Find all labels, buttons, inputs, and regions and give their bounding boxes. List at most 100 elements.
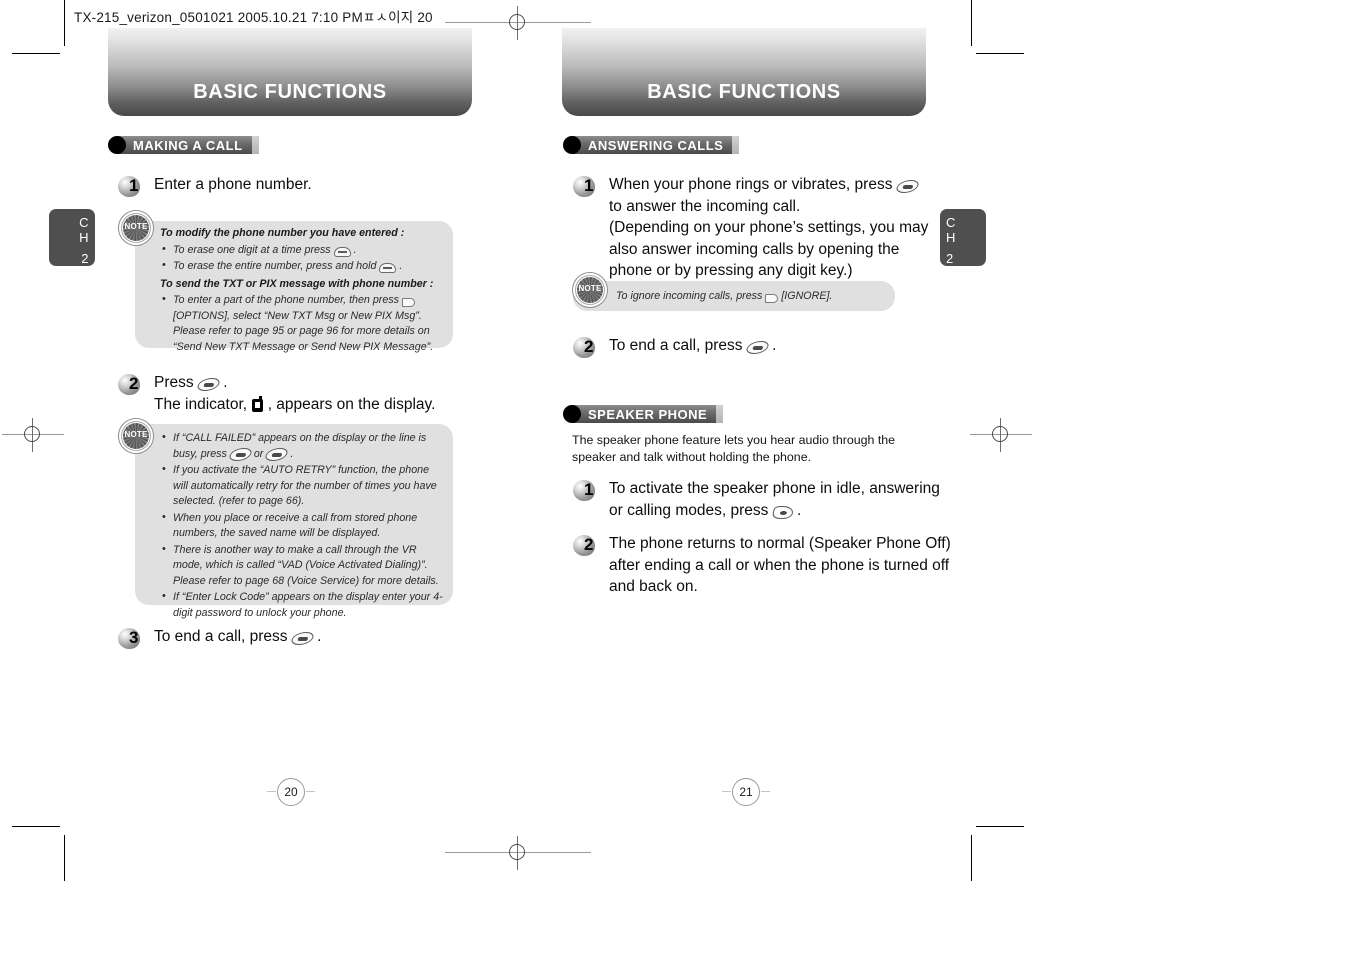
note-icon-label: NOTE xyxy=(124,430,148,439)
crop-mark-bottom-left-horizontal xyxy=(12,826,60,827)
send-key-icon xyxy=(196,378,221,391)
section-bullet-icon xyxy=(563,405,581,423)
chapter-banner-right: BASIC FUNCTIONS xyxy=(562,28,926,116)
step-left-1: 1 Enter a phone number. xyxy=(118,174,312,199)
soft-key-icon xyxy=(765,294,779,303)
step-right-1-text: When your phone rings or vibrates, press… xyxy=(603,174,928,282)
crop-mark-bottom-right-vertical xyxy=(971,835,972,881)
crop-mark-top-right-horizontal xyxy=(976,53,1024,54)
note-left-2-bullet-1-pre: If “CALL FAILED” appears on the display … xyxy=(173,432,427,460)
section-header-speaker-phone: SPEAKER PHONE xyxy=(563,405,724,423)
step-left-3-text: To end a call, press . xyxy=(148,626,321,648)
step-right-1: 1 When your phone rings or vibrates, pre… xyxy=(573,174,928,282)
step-number-badge: 1 xyxy=(118,175,148,199)
note-left-2-bullet-1-mid: or xyxy=(253,447,264,460)
note-left-1-bullet-2-pre: To erase the entire number, press and ho… xyxy=(173,260,377,272)
speaker-phone-intro: The speaker phone feature lets you hear … xyxy=(572,433,896,464)
crop-mark-top-left-horizontal xyxy=(12,53,60,54)
end-key-icon xyxy=(744,341,770,354)
note-left-1-bullet-3-post: [OPTIONS], select “New TXT Msg or New PI… xyxy=(173,309,434,353)
chapter-tab-right-c: C xyxy=(946,215,956,230)
step-number: 2 xyxy=(129,374,139,393)
note-left-1-title-2: To send the TXT or PIX message with phon… xyxy=(160,277,434,290)
chapter-banner-left-title: BASIC FUNCTIONS xyxy=(193,81,387,103)
note-left-1-bullet-3-pre: To enter a part of the phone number, the… xyxy=(173,294,399,306)
note-left-1-bullet-1: To erase one digit at a time press . xyxy=(162,242,442,259)
step-left-1-text: Enter a phone number. xyxy=(154,176,312,193)
step-number: 2 xyxy=(584,337,594,356)
note-left-2-bullet-3: When you place or receive a call from st… xyxy=(162,510,446,542)
note-icon-label: NOTE xyxy=(578,284,602,293)
note-icon: NOTE xyxy=(572,272,608,308)
crop-mark-top-right-vertical xyxy=(971,0,972,46)
note-left-1-bullet-3: To enter a part of the phone number, the… xyxy=(162,292,442,355)
note-left-1-body: To modify the phone number you have ente… xyxy=(160,226,442,357)
crop-mark-bottom-right-horizontal xyxy=(976,826,1024,827)
section-header-making-a-call-label: MAKING A CALL xyxy=(117,136,252,154)
clear-key-icon xyxy=(379,263,397,273)
clear-key-icon xyxy=(333,246,351,257)
note-icon: NOTE xyxy=(118,210,154,246)
note-left-2-bullet-4: There is another way to make a call thro… xyxy=(162,542,446,590)
crop-mark-top-left-vertical xyxy=(64,0,65,46)
section-header-tail xyxy=(716,405,724,423)
note-icon: NOTE xyxy=(118,418,154,454)
step-number: 1 xyxy=(584,480,594,499)
chapter-tab-left-c: C xyxy=(79,215,89,230)
section-header-speaker-phone-label: SPEAKER PHONE xyxy=(572,405,717,423)
step-number-badge: 2 xyxy=(573,336,603,360)
page-number-left: 20 xyxy=(267,778,315,806)
step-right-1-line1: When your phone rings or vibrates, press xyxy=(609,176,893,193)
step-number: 3 xyxy=(129,628,139,647)
registration-mark-bottom xyxy=(445,836,591,870)
step-left-2-line2-pre: The indicator, xyxy=(154,395,248,413)
step-speaker-1-line1: To activate the speaker phone in idle, a… xyxy=(609,480,940,497)
chapter-tab-right: C H 2 xyxy=(940,209,986,266)
chapter-banner-left: BASIC FUNCTIONS xyxy=(108,28,472,116)
step-right-1-line3: (Depending on your phone’s settings, you… xyxy=(609,219,929,236)
step-right-2: 2 To end a call, press . xyxy=(573,335,776,360)
soft-key-icon xyxy=(401,298,415,307)
note-right-1-pre: To ignore incoming calls, press xyxy=(616,290,763,302)
step-speaker-1-line2-pre: or calling modes, press xyxy=(609,501,769,519)
step-speaker-2-line1: The phone returns to normal (Speaker Pho… xyxy=(609,535,951,552)
section-header-making-a-call: MAKING A CALL xyxy=(108,136,259,154)
note-left-1-bullet-2-post: . xyxy=(399,260,403,272)
chapter-tab-right-number: 2 xyxy=(946,251,954,266)
note-left-2-bullet-2: If you activate the “AUTO RETRY” functio… xyxy=(162,462,446,510)
section-header-answering-calls: ANSWERING CALLS xyxy=(563,136,740,154)
print-slug-line: TX-215_verizon_0501021 2005.10.21 7:10 P… xyxy=(74,10,433,25)
registration-mark-left xyxy=(2,418,64,452)
step-speaker-2: 2 The phone returns to normal (Speaker P… xyxy=(573,533,951,598)
chapter-tab-left: C H 2 xyxy=(49,209,95,266)
step-right-1-line4: also answer incoming calls by opening th… xyxy=(609,240,900,258)
step-right-1-line2: to answer the incoming call. xyxy=(609,197,801,215)
step-number-badge: 2 xyxy=(573,534,603,558)
section-bullet-icon xyxy=(108,136,126,154)
section-bullet-icon xyxy=(563,136,581,154)
crop-mark-bottom-left-vertical xyxy=(64,835,65,881)
registration-mark-right xyxy=(970,418,1032,452)
send-key-icon xyxy=(894,180,920,193)
end-key-icon xyxy=(227,447,253,461)
step-number-badge: 2 xyxy=(118,373,148,397)
step-right-2-pre: To end a call, press xyxy=(609,337,743,354)
call-indicator-icon xyxy=(251,395,264,412)
note-right-1-body: To ignore incoming calls, press [IGNORE]… xyxy=(616,289,886,305)
section-header-tail xyxy=(251,136,259,154)
step-speaker-2-line2: after ending a call or when the phone is… xyxy=(609,556,950,574)
step-left-2: 2 Press . The indicator, , appears on th… xyxy=(118,372,435,415)
registration-mark-top xyxy=(445,6,591,40)
step-right-1-line5: phone or by pressing any digit key.) xyxy=(609,262,853,279)
chapter-tab-left-h: H xyxy=(79,229,89,245)
section-header-tail xyxy=(732,136,740,154)
step-number-badge: 3 xyxy=(118,627,148,651)
note-left-2-body: If “CALL FAILED” appears on the display … xyxy=(160,430,446,623)
step-speaker-1-text: To activate the speaker phone in idle, a… xyxy=(603,478,940,521)
step-left-3: 3 To end a call, press . xyxy=(118,626,321,651)
note-left-1-title-1: To modify the phone number you have ente… xyxy=(160,227,405,239)
step-number-badge: 1 xyxy=(573,175,603,199)
section-header-answering-calls-label: ANSWERING CALLS xyxy=(572,136,733,154)
chapter-banner-right-title: BASIC FUNCTIONS xyxy=(647,81,841,103)
step-number: 1 xyxy=(584,176,594,195)
